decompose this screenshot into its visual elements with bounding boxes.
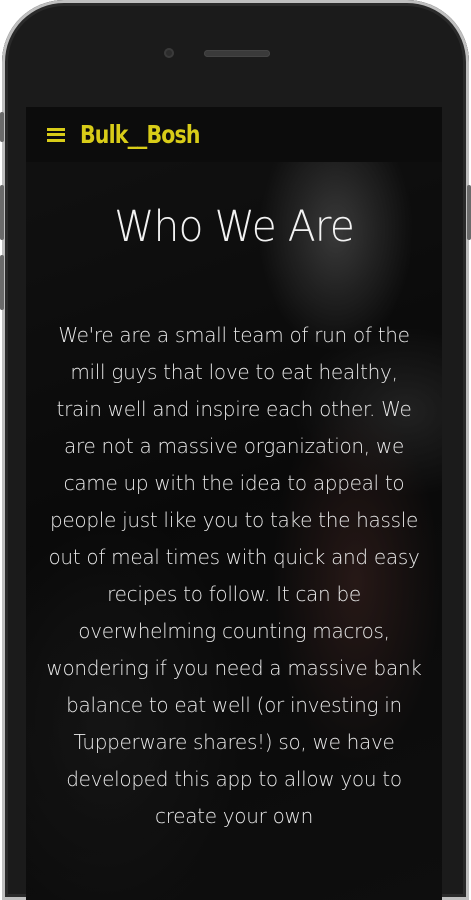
side-button-right (467, 185, 471, 240)
hamburger-line (47, 133, 65, 136)
side-button-left (0, 112, 4, 142)
phone-frame: Bulk__Bosh Who We Are We're are a small … (2, 0, 469, 900)
app-screen: Bulk__Bosh Who We Are We're are a small … (26, 107, 442, 900)
about-section: Who We Are We're are a small team of run… (26, 162, 442, 900)
page-title: Who We Are (114, 202, 355, 252)
hamburger-line (47, 127, 65, 131)
hamburger-menu-icon[interactable] (47, 127, 65, 142)
side-button-left (0, 255, 4, 310)
brand-logo-link[interactable]: Bulk__Bosh (80, 120, 201, 149)
side-button-left (0, 185, 4, 240)
hamburger-line (47, 138, 65, 142)
earpiece-speaker (204, 50, 270, 57)
top-navbar: Bulk__Bosh (26, 107, 442, 162)
front-camera-icon (164, 48, 174, 58)
about-paragraph: We're are a small team of run of the mil… (46, 323, 422, 828)
